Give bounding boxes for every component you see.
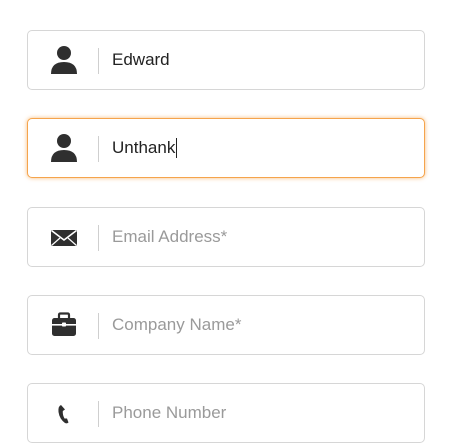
last-name-value: Unthank: [112, 138, 176, 157]
last-name-input[interactable]: Unthank: [112, 119, 178, 177]
company-field[interactable]: Company Name*: [27, 295, 425, 355]
field-divider: [98, 48, 99, 74]
first-name-field[interactable]: Edward: [27, 30, 425, 90]
phone-icon: [46, 395, 82, 431]
phone-field[interactable]: Phone Number: [27, 383, 425, 443]
person-icon: [46, 130, 82, 166]
phone-placeholder[interactable]: Phone Number: [112, 384, 226, 442]
envelope-icon: [46, 219, 82, 255]
email-placeholder[interactable]: Email Address*: [112, 208, 227, 266]
last-name-field[interactable]: Unthank: [27, 118, 425, 178]
briefcase-icon: [46, 307, 82, 343]
first-name-value[interactable]: Edward: [112, 31, 170, 89]
field-divider: [98, 313, 99, 339]
field-divider: [98, 225, 99, 251]
email-field[interactable]: Email Address*: [27, 207, 425, 267]
person-icon: [46, 42, 82, 78]
field-divider: [98, 401, 99, 427]
company-placeholder[interactable]: Company Name*: [112, 296, 241, 354]
text-caret: [176, 137, 178, 158]
field-divider: [98, 136, 99, 162]
